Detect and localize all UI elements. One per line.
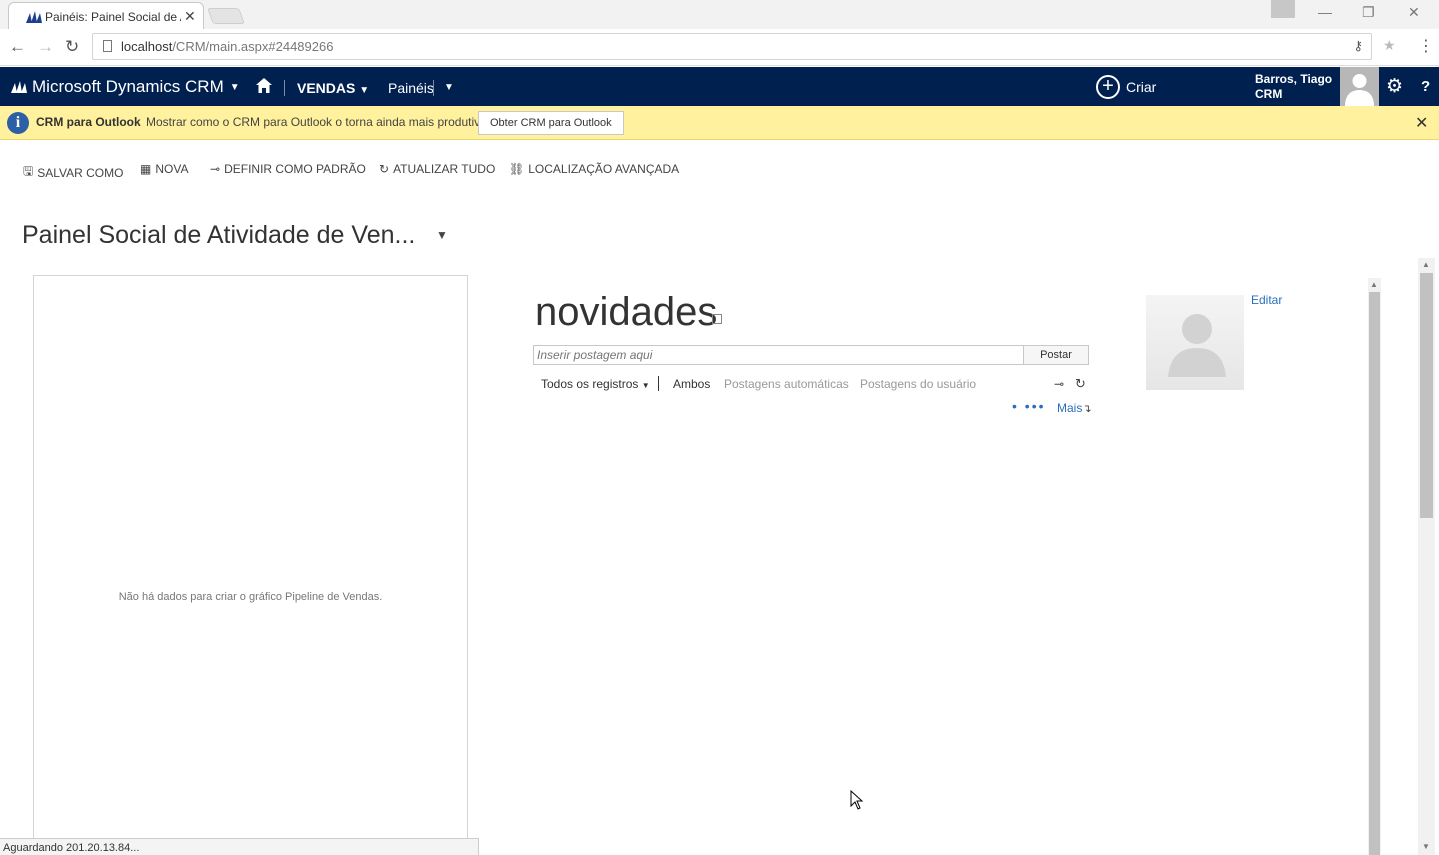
user-org: CRM [1255,87,1283,101]
more-label: Mais [1057,401,1083,415]
browser-menu-icon[interactable]: ⋮ [1418,36,1434,56]
page-scrollbar-thumb[interactable] [1420,273,1433,518]
reload-icon[interactable]: ↻ [65,37,79,57]
notification-title: CRM para Outlook [36,115,141,129]
arrow-down-icon: ↴ [1082,403,1092,415]
record-filter-label: Todos os registros [541,377,639,391]
chevron-down-icon[interactable]: ▼ [436,228,448,242]
loading-dots-icon: • ••• [1012,398,1046,414]
set-default-label: DEFINIR COMO PADRÃO [224,162,366,176]
dashboard-title[interactable]: Painel Social de Atividade de Ven... [22,221,415,250]
chevron-down-icon: ▼ [229,81,240,93]
address-toolbar: ← → ↻ localhost/CRM/main.aspx#24489266 ⚷ [0,29,1439,66]
chevron-down-icon[interactable]: ▼ [444,82,454,93]
url-field[interactable]: localhost/CRM/main.aspx#24489266 ⚷ [92,33,1372,60]
url-path: /CRM/main.aspx#24489266 [172,39,334,54]
user-silhouette-icon [1168,314,1226,377]
chart-panel: Não há dados para criar o gráfico Pipeli… [33,275,468,855]
advanced-find-button[interactable]: ⛓ LOCALIZAÇÃO AVANÇADA [509,162,679,176]
nav-divider [433,80,434,96]
save-as-button[interactable]: 🖫 SALVAR COMO [23,162,123,183]
save-as-label: SALVAR COMO [37,165,124,180]
url-host: localhost [121,39,173,54]
url-text: localhost/CRM/main.aspx#24489266 [121,39,333,54]
area-menu[interactable]: VENDAS ▼ [297,80,369,96]
user-silhouette-icon [1345,74,1374,106]
key-icon[interactable]: ⚷ [1353,38,1363,54]
chevron-down-icon: ▼ [359,85,370,96]
new-button[interactable]: ▦ NOVA [140,162,188,176]
user-name: Barros, Tiago [1255,72,1333,86]
dynamics-logo-icon [26,11,42,23]
create-label: Criar [1126,79,1157,95]
filter-both[interactable]: Ambos [673,377,710,391]
forward-icon[interactable]: → [37,37,54,57]
home-icon[interactable] [255,77,273,94]
scroll-down-icon[interactable]: ▼ [1422,842,1430,851]
user-info[interactable]: Barros, Tiago CRM [1255,72,1332,102]
info-icon: i [7,112,29,134]
feed-scrollbar-thumb[interactable] [1369,292,1380,855]
refresh-all-label: ATUALIZAR TUDO [393,162,496,176]
new-tab-button[interactable] [207,8,245,24]
binoculars-icon: ⛓ [509,162,525,176]
notification-message: Mostrar como o CRM para Outlook o torna … [146,115,491,129]
tab-title: Painéis: Painel Social de A [45,10,181,24]
new-label: NOVA [155,162,189,176]
bookmark-star-icon[interactable]: ★ [1383,37,1396,54]
refresh-icon[interactable]: ↻ [1075,376,1086,392]
nav-divider [284,80,285,96]
back-icon[interactable]: ← [9,37,26,57]
page-icon [103,40,112,52]
restore-icon[interactable]: ❐ [1362,4,1375,21]
plus-circle-icon: + [1096,75,1120,99]
get-outlook-button[interactable]: Obter CRM para Outlook [478,111,624,135]
sub-area-link[interactable]: Painéis [388,80,434,96]
profile-icon[interactable] [1271,0,1295,18]
minimize-icon[interactable]: — [1318,4,1332,20]
more-link[interactable]: Mais↴ [1057,401,1092,415]
pin-icon: ⊸ [210,162,221,176]
notification-bar: i CRM para Outlook Mostrar como o CRM pa… [0,106,1439,140]
crm-nav-bar: Microsoft Dynamics CRM ▼ VENDAS ▼ Painéi… [0,67,1439,106]
save-as-icon: 🖫 [23,164,34,178]
filter-divider [658,376,659,391]
scroll-up-icon[interactable]: ▲ [1370,280,1378,289]
pin-icon[interactable]: ⊸ [1054,377,1064,391]
advanced-find-label: LOCALIZAÇÃO AVANÇADA [528,162,680,176]
chevron-down-icon: ▼ [641,381,650,390]
help-icon[interactable]: ? [1421,78,1430,95]
browser-tab-strip: Painéis: Painel Social de A ✕ — ❐ ✕ [0,0,1439,30]
area-label: VENDAS [297,80,356,96]
page-scrollbar[interactable]: ▲ ▼ [1418,258,1435,855]
browser-tab[interactable]: Painéis: Painel Social de A ✕ [8,2,204,30]
app-switcher[interactable]: Microsoft Dynamics CRM ▼ [10,77,240,97]
avatar[interactable] [1340,67,1379,106]
filter-user-posts[interactable]: Postagens do usuário [860,377,976,391]
refresh-icon: ↻ [379,162,390,176]
refresh-all-button[interactable]: ↻ ATUALIZAR TUDO [379,162,495,176]
feed-scrollbar[interactable]: ▲ [1368,278,1381,855]
dynamics-logo-icon [11,81,27,93]
popout-icon[interactable] [712,314,722,324]
social-title: novidades [535,290,718,334]
window-close-icon[interactable]: ✕ [1408,4,1420,21]
create-button[interactable]: + Criar [1096,75,1156,99]
mouse-cursor-icon [850,790,864,810]
close-icon[interactable]: ✕ [1415,113,1428,133]
status-bar: Aguardando 201.20.13.84... [0,838,479,855]
post-button[interactable]: Postar [1023,345,1089,365]
edit-link[interactable]: Editar [1251,293,1282,307]
scroll-up-icon[interactable]: ▲ [1422,260,1430,269]
profile-picture [1146,295,1244,390]
tab-close-icon[interactable]: ✕ [184,8,196,25]
app-name: Microsoft Dynamics CRM [32,77,224,96]
set-default-button[interactable]: ⊸ DEFINIR COMO PADRÃO [210,162,366,176]
filter-auto-posts[interactable]: Postagens automáticas [724,377,849,391]
no-data-message: Não há dados para criar o gráfico Pipeli… [118,591,383,603]
gear-icon[interactable]: ⚙ [1386,75,1403,98]
post-input[interactable] [533,345,1024,365]
record-filter-dropdown[interactable]: Todos os registros ▼ [541,377,650,391]
new-dashboard-icon: ▦ [140,162,152,176]
